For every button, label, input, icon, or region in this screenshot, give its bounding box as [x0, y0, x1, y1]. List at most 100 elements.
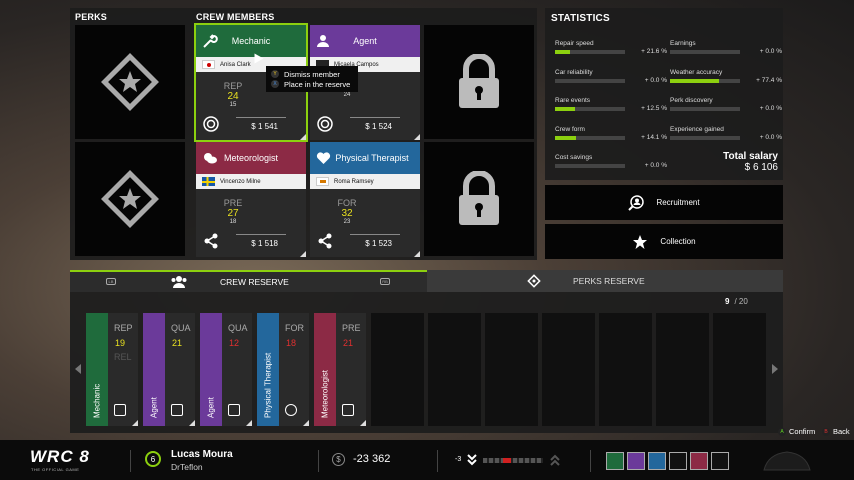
reserve-role: Agent	[206, 397, 216, 418]
lock-icon	[459, 171, 499, 225]
tab-crew-reserve[interactable]: LB CREW RESERVE RB	[70, 270, 427, 292]
crew-card-meteorologist[interactable]: Meteorologist Vincenzo Milne PRE 27 18 $ 1…	[196, 142, 306, 257]
share-icon	[318, 233, 332, 249]
stat-bar	[555, 78, 625, 83]
stat-value: 27	[227, 208, 239, 219]
reserve-card[interactable]: Physical Therapist FOR 18	[257, 313, 309, 426]
reserve-stat-key: QUA	[228, 323, 248, 333]
stat-bar	[670, 78, 740, 83]
member-row: Vincenzo Milne	[196, 174, 306, 189]
scroll-left-arrow[interactable]	[75, 364, 81, 374]
role-label: Agent	[353, 36, 377, 46]
context-menu: Y Dismiss member X Place in the reserve	[266, 66, 358, 92]
stat-bar	[555, 164, 625, 168]
empty-reserve-slot[interactable]	[428, 313, 481, 426]
reserve-perk-icon	[171, 404, 183, 416]
stat-key: FOR	[337, 198, 357, 208]
reserve-stat-value: 21	[343, 338, 354, 348]
reserve-stat-key: PRE	[342, 323, 361, 333]
stat-bar	[555, 50, 625, 54]
empty-reserve-slot[interactable]	[599, 313, 652, 426]
stat-sub: 23	[343, 219, 351, 225]
salary: $ 1 518	[251, 239, 278, 248]
cursor-icon	[254, 53, 264, 64]
dismiss-option[interactable]: Y Dismiss member	[271, 69, 353, 79]
stat-value: 32	[341, 208, 353, 219]
reserve-stat-key-2: REL	[114, 352, 132, 362]
stat-value: + 21.6 %	[641, 48, 667, 55]
car-logo-icon	[763, 451, 811, 471]
x-button-icon: X	[271, 80, 279, 88]
reserve-stat-key: QUA	[171, 323, 191, 333]
statistics-title: STATISTICS	[551, 13, 610, 24]
total-salary-value: $ 6 106	[744, 162, 778, 173]
stat-sub: 18	[229, 219, 237, 225]
back-hint[interactable]: B Back	[822, 427, 850, 436]
crew-card-physical-therapist[interactable]: Physical Therapist Roma Ramsey FOR 32 23 $…	[310, 142, 420, 257]
reserve-total: / 20	[734, 297, 748, 306]
salary: $ 1 523	[365, 239, 392, 248]
empty-perk-icon	[101, 170, 159, 228]
crew-icon-meteorologist	[690, 452, 708, 470]
reserve-option[interactable]: X Place in the reserve	[271, 79, 353, 89]
stat-label: Car reliability	[555, 68, 593, 76]
card-header: Meteorologist	[196, 142, 306, 174]
recruitment-button[interactable]: Recruitment	[545, 185, 783, 220]
empty-reserve-slot[interactable]	[371, 313, 424, 426]
total-salary-label: Total salary	[723, 151, 778, 162]
collection-button[interactable]: Collection	[545, 224, 783, 259]
card-header: Physical Therapist	[310, 142, 420, 174]
target-icon	[203, 116, 219, 132]
reserve-stat-value: 18	[286, 338, 297, 348]
confirm-hint[interactable]: A Confirm	[778, 427, 815, 436]
tab-perks-reserve[interactable]: PERKS RESERVE	[427, 270, 783, 292]
back-label: Back	[833, 427, 850, 436]
a-button-icon: A	[778, 427, 786, 436]
reserve-perk-icon	[285, 404, 297, 416]
stat-bar	[670, 107, 740, 111]
empty-reserve-slot[interactable]	[713, 313, 766, 426]
member-name: Anisa Clark	[220, 61, 251, 68]
stat-value: + 14.1 %	[641, 133, 667, 141]
perk-icon-empty-1	[669, 452, 687, 470]
flag-icon	[316, 177, 329, 186]
role-label: Mechanic	[231, 36, 271, 46]
wrc-logo-sub: THE OFFICIAL GAME	[31, 467, 80, 472]
perk-icon-empty-2	[711, 452, 729, 470]
locked-slot-2	[424, 142, 534, 256]
reserve-card[interactable]: Agent QUA 21	[143, 313, 195, 426]
reserve-stat-value: 21	[172, 338, 183, 348]
rank-bar	[483, 458, 543, 463]
perk-slot-2[interactable]	[75, 142, 185, 256]
recruit-search-icon	[628, 194, 645, 211]
target-icon	[317, 116, 333, 132]
scroll-right-arrow[interactable]	[772, 364, 778, 374]
reserve-card[interactable]: Agent QUA 12	[200, 313, 252, 426]
reserve-role: Physical Therapist	[263, 352, 273, 418]
locked-slot-1	[424, 25, 534, 139]
crew-icon-mechanic	[606, 452, 624, 470]
empty-reserve-slot[interactable]	[656, 313, 709, 426]
stat-sub: 15	[229, 102, 237, 108]
stat-value: + 0.0 %	[644, 76, 667, 84]
reserve-stat-value: 19	[115, 338, 126, 348]
crew-members-title: CREW MEMBERS	[196, 12, 275, 22]
role-label: Physical Therapist	[335, 153, 409, 163]
card-header: Mechanic	[196, 25, 306, 57]
stat-value: + 77.4 %	[756, 76, 782, 84]
bottom-bar: WRC 8 THE OFFICIAL GAME 6 Lucas Moura Dr…	[0, 440, 854, 480]
player-name: Lucas Moura	[171, 449, 233, 460]
stat-sub: 24	[343, 92, 351, 98]
stat-label: Experience gained	[670, 125, 724, 133]
stat-value: 24	[227, 91, 239, 102]
empty-reserve-slot[interactable]	[542, 313, 595, 426]
perk-slot-1[interactable]	[75, 25, 185, 139]
stat-key: PRE	[223, 198, 243, 208]
reserve-count: 9 / 20	[725, 297, 748, 306]
stat-value: + 0.0 %	[759, 105, 782, 112]
perks-reserve-label: PERKS RESERVE	[573, 276, 645, 286]
reserve-card[interactable]: Mechanic REP 19 REL	[86, 313, 138, 426]
reserve-card[interactable]: Meteorologist PRE 21	[314, 313, 366, 426]
stat-bar	[555, 135, 625, 140]
empty-reserve-slot[interactable]	[485, 313, 538, 426]
